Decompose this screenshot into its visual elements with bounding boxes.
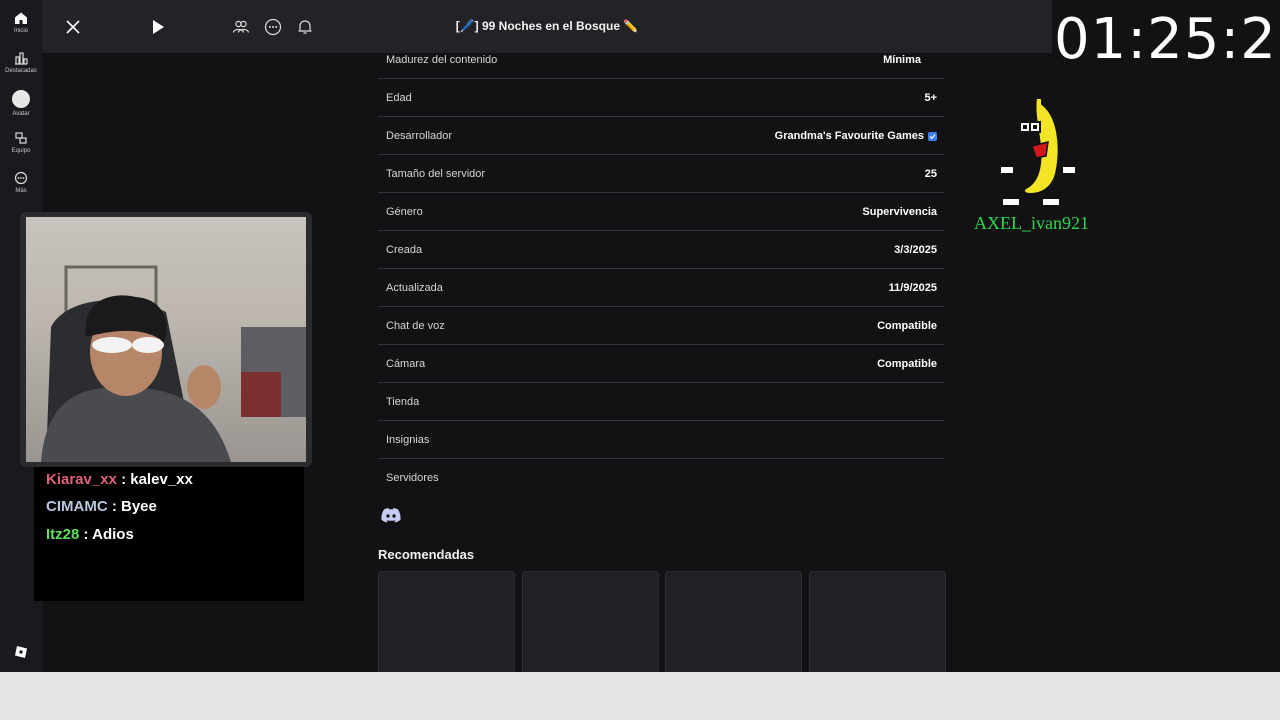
detail-label: Edad <box>386 92 412 104</box>
detail-row-maturity: Madurez del contenido Mínima <box>378 41 944 79</box>
detail-label: Insignias <box>386 434 430 446</box>
detail-row-camera: Cámara Compatible <box>378 345 944 383</box>
chat-separator: : <box>79 526 93 543</box>
nav-featured-label: Destacadas <box>5 68 37 74</box>
home-icon <box>15 12 27 24</box>
recommended-heading: Recomendadas <box>378 547 475 562</box>
nav-home[interactable]: Inicio <box>0 11 42 34</box>
detail-label: Madurez del contenido <box>386 54 498 66</box>
chart-icon <box>15 52 28 65</box>
detail-label: Desarrollador <box>386 130 453 142</box>
discord-link[interactable] <box>380 507 402 529</box>
stream-timer: 01:25:22 <box>1054 7 1280 72</box>
detail-row-created: Creada 3/3/2025 <box>378 231 944 269</box>
chat-separator: : <box>116 471 131 488</box>
chat-message: CIMAMC : Byee <box>46 498 157 515</box>
detail-value: 3/3/2025 <box>894 244 937 256</box>
chat-separator: : <box>107 498 121 515</box>
more-icon <box>14 171 28 185</box>
overlay-username: AXEL_ivan921 <box>974 213 1089 233</box>
nav-home-label: Inicio <box>13 28 28 34</box>
webcam-feed <box>26 217 306 462</box>
verified-badge-icon <box>928 131 937 141</box>
chat-text: Adios <box>92 526 134 543</box>
detail-row-server-size: Tamaño del servidor 25 <box>378 155 944 193</box>
chat-text: Byee <box>121 498 157 515</box>
detail-value: 25 <box>924 168 937 180</box>
detail-label: Creada <box>386 244 423 256</box>
recommended-card[interactable] <box>378 571 515 683</box>
chat-username: CIMAMC <box>46 498 108 515</box>
nav-featured[interactable]: Destacadas <box>0 51 42 74</box>
nav-avatar-label: Avatar <box>12 111 30 117</box>
detail-row-store[interactable]: Tienda <box>378 383 944 421</box>
bottom-strip <box>0 672 1280 720</box>
experience-details-table: Madurez del contenido Mínima Edad 5+ Des… <box>378 41 944 496</box>
detail-label: Actualizada <box>386 282 443 294</box>
detail-value: Grandma's Favourite Games <box>774 130 924 142</box>
stream-chat-box: Kiarav_xx : kalev_xx CIMAMC : Byee Itz28… <box>34 467 304 601</box>
experience-title: [🖊️] 99 Noches en el Bosque ✏️ <box>455 19 639 33</box>
nav-inventory[interactable]: Equipo <box>0 131 42 154</box>
detail-row-updated: Actualizada 11/9/2025 <box>378 269 944 307</box>
nav-more-label: Más <box>15 188 27 194</box>
chat-message: Kiarav_xx : kalev_xx <box>46 471 193 488</box>
detail-row-servers[interactable]: Servidores <box>378 459 944 496</box>
chat-message: Itz28 : Adios <box>46 526 134 543</box>
recommended-card[interactable] <box>522 571 659 683</box>
detail-label: Tienda <box>386 396 420 408</box>
nav-inventory-label: Equipo <box>11 148 31 154</box>
nav-avatar[interactable]: Avatar <box>0 90 42 117</box>
detail-value: Mínima <box>883 54 921 66</box>
detail-value: Supervivencia <box>862 206 937 218</box>
nav-more[interactable]: Más <box>0 171 42 194</box>
detail-row-voice-chat: Chat de voz Compatible <box>378 307 944 345</box>
detail-label: Chat de voz <box>386 320 445 332</box>
detail-label: Servidores <box>386 472 439 484</box>
inventory-icon <box>15 132 27 144</box>
detail-label: Género <box>386 206 423 218</box>
roblox-logo-icon[interactable] <box>14 645 28 664</box>
chat-username: Kiarav_xx <box>46 471 117 488</box>
detail-label: Cámara <box>386 358 426 370</box>
chat-username: Itz28 <box>46 526 80 543</box>
chat-text: kalev_xx <box>130 471 193 488</box>
dancing-banana-icon <box>996 96 1082 213</box>
detail-value: Compatible <box>877 358 937 370</box>
detail-label: Tamaño del servidor <box>386 168 486 180</box>
streamer-figure <box>41 265 306 462</box>
detail-row-badges[interactable]: Insignias <box>378 421 944 459</box>
webcam-overlay <box>20 212 312 467</box>
detail-value: Compatible <box>877 320 937 332</box>
developer-link[interactable]: Grandma's Favourite Games <box>775 130 937 142</box>
recommended-card[interactable] <box>809 571 946 683</box>
detail-row-age: Edad 5+ <box>378 79 944 117</box>
detail-row-genre: Género Supervivencia <box>378 193 944 231</box>
avatar-icon <box>12 90 30 108</box>
detail-value: 5+ <box>924 92 937 104</box>
detail-value: 11/9/2025 <box>888 282 937 294</box>
recommended-card[interactable] <box>665 571 802 683</box>
detail-row-developer: Desarrollador Grandma's Favourite Games <box>378 117 944 155</box>
discord-icon <box>381 508 401 523</box>
